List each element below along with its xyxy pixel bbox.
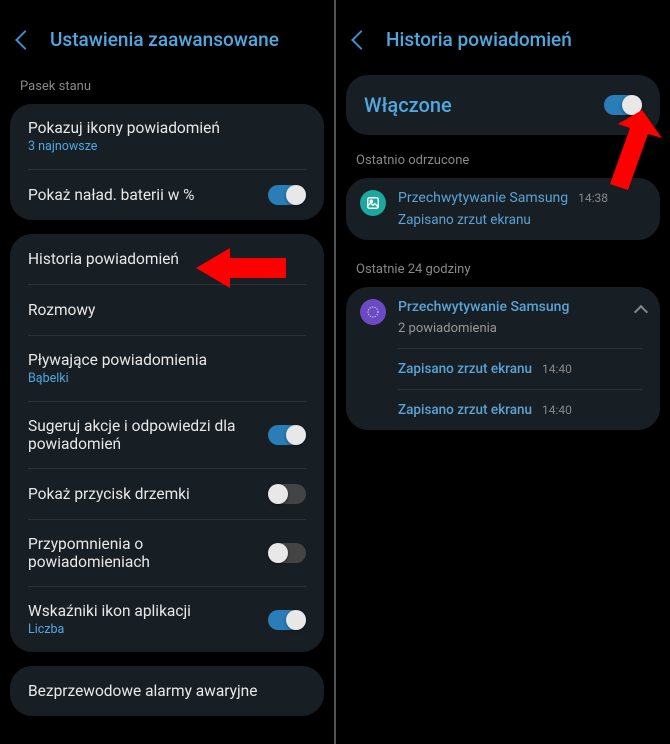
screen-advanced-settings: Ustawienia zaawansowane Pasek stanu Poka… (0, 0, 334, 744)
row-title: Przypomnienia o powiadomieniach (28, 535, 268, 571)
row-title: Bezprzewodowe alarmy awaryjne (28, 682, 257, 700)
toggle-suggest[interactable] (268, 425, 306, 445)
row-title: Wskaźniki ikon aplikacji (28, 602, 191, 620)
row-suggest[interactable]: Sugeruj akcje i odpowiedzi dla powiadomi… (10, 402, 324, 468)
row-snooze[interactable]: Pokaż przycisk drzemki (10, 469, 324, 519)
notif-message: Zapisano zrzut ekranu (398, 402, 532, 418)
row-conversations[interactable]: Rozmowy (10, 285, 324, 335)
notification-subitem[interactable]: Zapisano zrzut ekranu 14:40 (346, 390, 660, 430)
row-title: Pokaż przycisk drzemki (28, 485, 190, 503)
notif-app-name: Przechwytywanie Samsung (398, 190, 568, 206)
card-statusbar: Pokazuj ikony powiadomień 3 najnowsze Po… (10, 104, 324, 220)
enabled-label: Włączone (364, 93, 452, 117)
section-label-last-24h: Ostatnie 24 godziny (336, 254, 670, 283)
header: Historia powiadomień (336, 0, 670, 71)
row-enabled[interactable]: Włączone (346, 75, 660, 135)
notif-message: Zapisano zrzut ekranu (398, 361, 532, 377)
row-sub: Bąbelki (28, 371, 207, 386)
notif-time: 14:40 (542, 362, 572, 376)
row-title: Pokazuj ikony powiadomień (28, 119, 220, 137)
notification-item[interactable]: Przechwytywanie Samsung 14:38 Zapisano z… (346, 178, 660, 240)
page-title: Historia powiadomień (386, 28, 572, 51)
notification-group[interactable]: Przechwytywanie Samsung 2 powiadomienia (346, 287, 660, 348)
row-title: Sugeruj akcje i odpowiedzi dla powiadomi… (28, 417, 258, 453)
card-recent-dismissed: Przechwytywanie Samsung 14:38 Zapisano z… (346, 178, 660, 240)
row-show-icons[interactable]: Pokazuj ikony powiadomień 3 najnowsze (10, 104, 324, 169)
notif-count: 2 powiadomienia (398, 321, 624, 336)
section-label-recent-dismissed: Ostatnio odrzucone (336, 145, 670, 174)
notif-app-name: Przechwytywanie Samsung (398, 299, 624, 315)
row-sub: Liczba (28, 622, 191, 637)
card-notifications: Historia powiadomień Rozmowy Pływające p… (10, 234, 324, 652)
row-badges[interactable]: Wskaźniki ikon aplikacji Liczba (10, 587, 324, 652)
back-icon[interactable] (15, 30, 35, 50)
row-title: Pokaż naład. baterii w % (28, 186, 195, 204)
row-title: Pływające powiadomienia (28, 351, 207, 369)
card-wireless: Bezprzewodowe alarmy awaryjne (10, 666, 324, 716)
screen-notification-history: Historia powiadomień Włączone Ostatnio o… (336, 0, 670, 744)
row-battery-percent[interactable]: Pokaż naład. baterii w % (10, 170, 324, 220)
page-title: Ustawienia zaawansowane (50, 28, 279, 51)
row-title: Rozmowy (28, 301, 95, 319)
notif-time: 14:40 (542, 403, 572, 417)
header: Ustawienia zaawansowane (0, 0, 334, 71)
row-floating[interactable]: Pływające powiadomienia Bąbelki (10, 336, 324, 401)
row-title: Historia powiadomień (28, 250, 179, 268)
row-wireless-alerts[interactable]: Bezprzewodowe alarmy awaryjne (10, 666, 324, 716)
toggle-enabled[interactable] (604, 95, 642, 115)
toggle-reminders[interactable] (268, 543, 306, 563)
row-reminders[interactable]: Przypomnienia o powiadomieniach (10, 520, 324, 586)
toggle-snooze[interactable] (268, 484, 306, 504)
card-enabled: Włączone (346, 75, 660, 135)
chevron-up-icon[interactable] (634, 305, 648, 319)
row-sub: 3 najnowsze (28, 139, 220, 154)
toggle-battery[interactable] (268, 185, 306, 205)
app-icon (360, 190, 386, 216)
notif-time: 14:38 (578, 191, 608, 205)
toggle-badges[interactable] (268, 610, 306, 630)
notif-message: Zapisano zrzut ekranu (398, 212, 646, 228)
card-last-24h: Przechwytywanie Samsung 2 powiadomienia … (346, 287, 660, 430)
notification-subitem[interactable]: Zapisano zrzut ekranu 14:40 (346, 349, 660, 389)
section-label-statusbar: Pasek stanu (0, 71, 334, 100)
app-icon (360, 299, 386, 325)
back-icon[interactable] (351, 30, 371, 50)
row-notification-history[interactable]: Historia powiadomień (10, 234, 324, 284)
